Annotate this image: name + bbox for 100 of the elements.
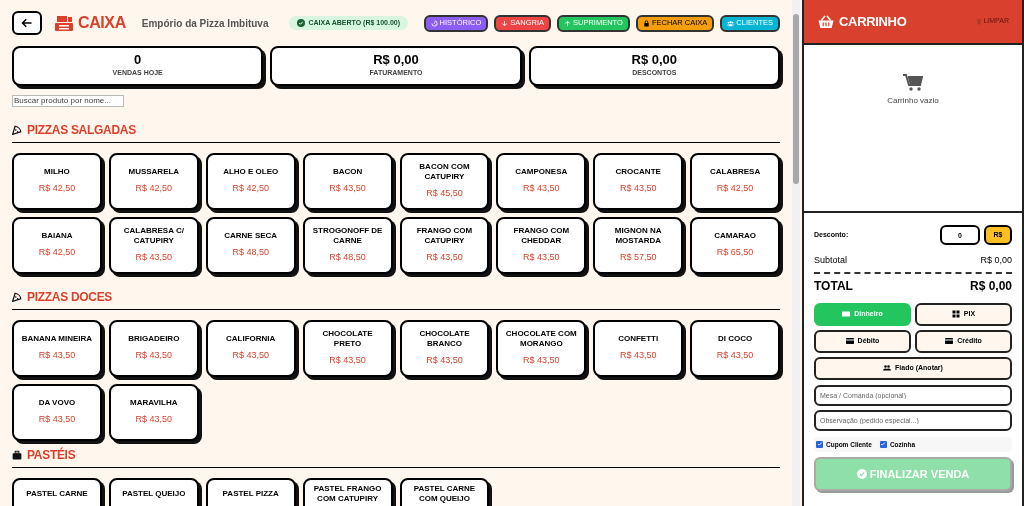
product-card[interactable]: CHOCOLATE COM MORANGO R$ 43,50 bbox=[496, 320, 587, 377]
product-name: DI COCO bbox=[717, 334, 753, 345]
search-field[interactable]: Buscar produto por nome... bbox=[12, 95, 124, 107]
product-card[interactable]: BRIGADEIRO R$ 43,50 bbox=[108, 320, 199, 377]
store-name: Empório da Pizza Imbituva bbox=[141, 16, 269, 31]
cart-title: CARRINHO bbox=[839, 12, 907, 31]
product-name: CALABRESA C/ CATUPIRY bbox=[122, 226, 185, 247]
scrollbar[interactable] bbox=[792, 0, 800, 506]
banknote-icon bbox=[842, 310, 851, 318]
product-name: BANANA MINEIRA bbox=[21, 334, 93, 345]
app-logo: CAIXA bbox=[78, 13, 126, 33]
product-card[interactable]: PASTEL CARNE bbox=[12, 478, 102, 506]
product-card[interactable]: PASTEL QUEIJO bbox=[108, 478, 199, 506]
stat-value: 0 bbox=[134, 53, 142, 67]
product-card[interactable]: CHOCOLATE BRANCO R$ 43,50 bbox=[399, 320, 490, 377]
people-icon bbox=[883, 364, 892, 372]
product-card[interactable]: PASTEL FRANGO COM CATUPIRY bbox=[302, 478, 393, 506]
product-card[interactable]: CAMPONESA R$ 43,50 bbox=[496, 153, 587, 210]
product-price: R$ 42,50 bbox=[232, 182, 269, 196]
product-name: CROCANTE bbox=[615, 167, 661, 178]
product-card[interactable]: BACON COM CATUPIRY R$ 45,50 bbox=[399, 153, 490, 210]
product-price: R$ 42,50 bbox=[38, 246, 76, 260]
pizza-slice-icon bbox=[12, 125, 22, 135]
product-card[interactable]: DA VOVO R$ 43,50 bbox=[12, 384, 102, 441]
product-card[interactable]: FRANGO COM CATUPIRY R$ 43,50 bbox=[399, 217, 490, 274]
credit-card-icon bbox=[945, 337, 954, 345]
product-name: MARAVILHA bbox=[130, 398, 178, 409]
checkbox[interactable] bbox=[816, 440, 823, 448]
product-card[interactable]: PASTEL CARNE COM QUEIJO bbox=[399, 478, 490, 506]
product-card[interactable]: STROGONOFF DE CARNE R$ 48,50 bbox=[302, 217, 393, 274]
product-card[interactable]: CONFETTI R$ 43,50 bbox=[593, 320, 684, 377]
product-price: R$ 43,50 bbox=[135, 349, 173, 363]
briefcase-icon bbox=[12, 450, 22, 460]
product-price: R$ 48,50 bbox=[232, 246, 269, 260]
product-price: R$ 43,50 bbox=[523, 354, 560, 368]
product-card[interactable]: CARNE SECA R$ 48,50 bbox=[205, 217, 296, 274]
product-card[interactable]: CALABRESA R$ 42,50 bbox=[690, 153, 780, 210]
product-name: MUSSARELA bbox=[128, 167, 180, 178]
product-name: MIGNON NA MOSTARDA bbox=[613, 226, 663, 247]
product-card[interactable]: BAIANA R$ 42,50 bbox=[12, 217, 102, 274]
product-name: CARNE SECA bbox=[224, 231, 278, 242]
product-name: CHOCOLATE PRETO bbox=[321, 329, 374, 350]
product-name: CAMARAO bbox=[714, 231, 756, 242]
product-card[interactable]: CALIFORNIA R$ 43,50 bbox=[205, 320, 296, 377]
product-name: STROGONOFF DE CARNE bbox=[311, 226, 384, 247]
category-title: PIZZAS DOCES bbox=[27, 289, 113, 306]
product-price: R$ 43,50 bbox=[426, 251, 463, 265]
product-name: MILHO bbox=[44, 167, 70, 178]
back-button[interactable] bbox=[12, 11, 42, 35]
stat-value: R$ 0,00 bbox=[373, 53, 419, 67]
product-name: DA VOVO bbox=[38, 398, 76, 409]
product-name: PASTEL FRANGO COM CATUPIRY bbox=[312, 483, 383, 505]
history-icon bbox=[430, 19, 438, 27]
product-card[interactable]: PASTEL PIZZA bbox=[205, 478, 296, 506]
product-name: CONFETTI bbox=[618, 334, 659, 345]
product-name: BACON COM CATUPIRY bbox=[418, 162, 471, 183]
product-price: R$ 43,50 bbox=[329, 182, 366, 196]
check-icon bbox=[880, 441, 887, 448]
cart-icon bbox=[903, 74, 923, 92]
product-card[interactable]: MARAVILHA R$ 43,50 bbox=[108, 384, 199, 441]
product-card[interactable]: CALABRESA C/ CATUPIRY R$ 43,50 bbox=[108, 217, 199, 274]
product-name: BAIANA bbox=[41, 231, 73, 242]
product-card[interactable]: CAMARAO R$ 65,50 bbox=[690, 217, 780, 274]
credit-card-icon bbox=[845, 337, 854, 345]
product-card[interactable]: FRANGO COM CHEDDAR R$ 43,50 bbox=[496, 217, 587, 274]
lock-icon bbox=[642, 19, 650, 27]
product-card[interactable]: CROCANTE R$ 43,50 bbox=[593, 153, 684, 210]
product-price: R$ 48,50 bbox=[329, 251, 366, 265]
product-name: CAMPONESA bbox=[515, 167, 568, 178]
total-value: R$ 0,00 bbox=[969, 277, 1012, 295]
product-name: PASTEL PIZZA bbox=[222, 488, 279, 500]
subtotal-value: R$ 0,00 bbox=[980, 254, 1012, 267]
check-circle-icon bbox=[856, 469, 867, 480]
checkbox[interactable] bbox=[879, 440, 887, 448]
product-card[interactable]: DI COCO R$ 43,50 bbox=[690, 320, 780, 377]
total-label: TOTAL bbox=[814, 277, 853, 295]
product-card[interactable]: BACON R$ 43,50 bbox=[302, 153, 393, 210]
product-card[interactable]: BANANA MINEIRA R$ 43,50 bbox=[12, 320, 102, 377]
basket-icon bbox=[817, 14, 835, 29]
product-card[interactable]: MUSSARELA R$ 42,50 bbox=[108, 153, 199, 210]
product-name: FRANGO COM CATUPIRY bbox=[415, 226, 474, 247]
product-card[interactable]: MILHO R$ 42,50 bbox=[12, 153, 102, 210]
product-price: R$ 43,50 bbox=[38, 349, 76, 363]
product-price: R$ 45,50 bbox=[426, 187, 463, 201]
product-price: R$ 43,50 bbox=[38, 413, 76, 427]
category-title: PASTÉIS bbox=[27, 446, 76, 464]
product-name: CHOCOLATE BRANCO bbox=[418, 329, 471, 350]
product-name: FRANGO COM CHEDDAR bbox=[512, 226, 571, 247]
product-price: R$ 43,50 bbox=[523, 251, 560, 265]
product-price: R$ 42,50 bbox=[716, 182, 754, 196]
grid-icon bbox=[951, 310, 960, 318]
product-card[interactable]: CHOCOLATE PRETO R$ 43,50 bbox=[302, 320, 393, 377]
product-price: R$ 43,50 bbox=[619, 182, 657, 196]
product-card[interactable]: ALHO E OLEO R$ 42,50 bbox=[205, 153, 296, 210]
product-name: PASTEL CARNE COM QUEIJO bbox=[412, 483, 477, 505]
product-card[interactable]: MIGNON NA MOSTARDA R$ 57,50 bbox=[593, 217, 684, 274]
product-name: BACON bbox=[332, 167, 363, 178]
pizza-slice-icon bbox=[12, 292, 22, 302]
product-price: R$ 43,50 bbox=[523, 182, 560, 196]
product-price: R$ 43,50 bbox=[135, 251, 173, 265]
